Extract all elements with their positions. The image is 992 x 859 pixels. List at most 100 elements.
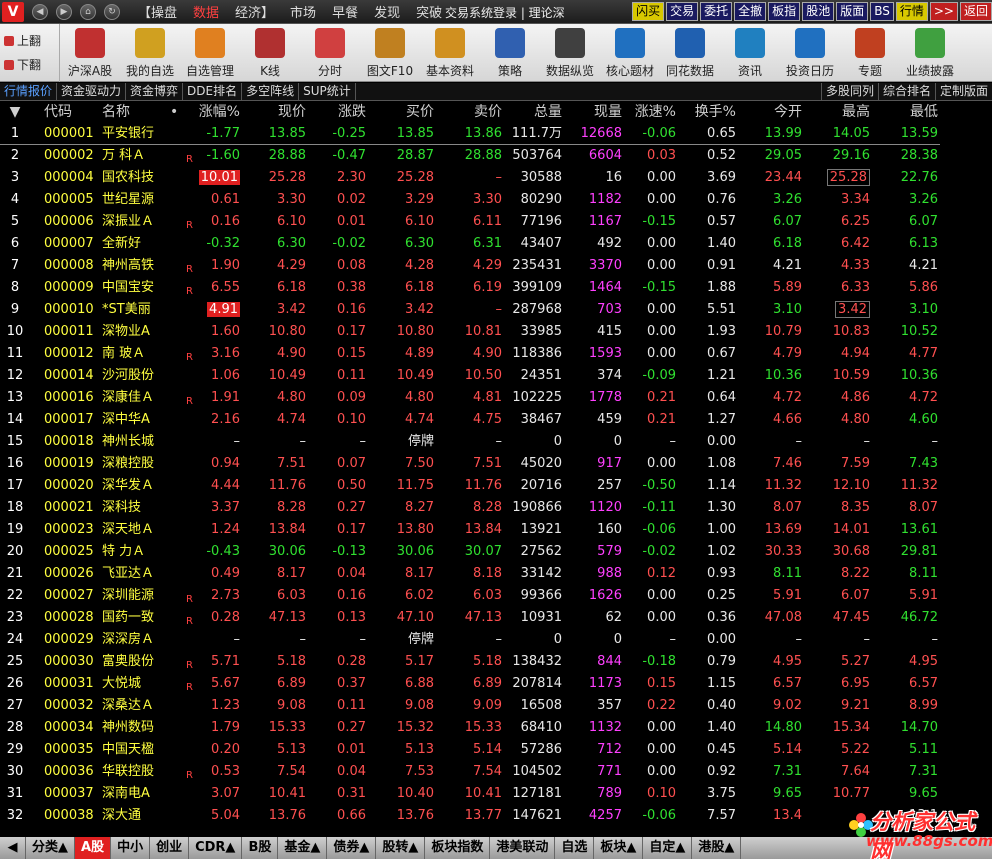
market-tab[interactable]: 债券▲ xyxy=(327,837,377,859)
page-down-button[interactable]: 下翻 xyxy=(4,53,59,77)
market-tab[interactable]: 板块▲ xyxy=(594,837,644,859)
toolbar-button[interactable]: 分时 xyxy=(300,24,360,82)
quick-button[interactable]: 返回 xyxy=(959,2,992,21)
market-tab[interactable]: 基金▲ xyxy=(278,837,328,859)
quick-button[interactable]: >> xyxy=(929,2,958,21)
col-bid[interactable]: 买价 xyxy=(368,101,434,123)
toolbar-button[interactable]: 自选管理 xyxy=(180,24,240,82)
toolbar-button[interactable]: 资讯 xyxy=(720,24,780,82)
market-tab[interactable]: CDR▲ xyxy=(189,837,243,859)
table-row[interactable]: 12 000014 沙河股份 1.06 10.49 0.11 10.49 10.50 24351… xyxy=(0,365,940,387)
table-row[interactable]: 21 000026 飞亚达Ａ 0.49 8.17 0.04 8.17 8.18 33142 988… xyxy=(0,563,940,585)
toolbar-button[interactable]: 数据纵览 xyxy=(540,24,600,82)
refresh-icon[interactable]: ↻ xyxy=(104,3,120,20)
toolbar-button[interactable]: 投资日历 xyxy=(780,24,840,82)
col-current-volume[interactable]: 现量 xyxy=(562,101,622,123)
quick-button[interactable]: 闪买 xyxy=(632,2,665,21)
quick-button[interactable]: 行情 xyxy=(895,2,928,21)
view-tab[interactable]: 资金博弈 xyxy=(126,83,184,100)
market-tab[interactable]: 自选 xyxy=(555,837,595,859)
table-row[interactable]: 29 000035 中国天楹 0.20 5.13 0.01 5.13 5.14 57286 712… xyxy=(0,739,940,761)
table-row[interactable]: 7 000008 神州高铁 R 1.90 4.29 0.08 4.28 4.29 235431 33… xyxy=(0,255,940,277)
app-logo[interactable]: V xyxy=(2,1,24,22)
quick-button[interactable]: 委托 xyxy=(700,2,733,21)
quick-button[interactable]: 版面 xyxy=(836,2,869,21)
home-icon[interactable]: ⌂ xyxy=(80,3,96,20)
table-row[interactable]: 17 000020 深华发Ａ 4.44 11.76 0.50 11.75 11.76 20716… xyxy=(0,475,940,497)
col-high[interactable]: 最高 xyxy=(804,101,870,123)
col-low[interactable]: 最低 xyxy=(872,101,938,123)
market-tab[interactable]: 中小 xyxy=(111,837,151,859)
table-row[interactable]: 16 000019 深粮控股 0.94 7.51 0.07 7.50 7.51 45020 917… xyxy=(0,453,940,475)
tabs-scroll-left-icon[interactable]: ◀ xyxy=(0,837,26,859)
view-tab[interactable]: DDE排名 xyxy=(183,83,243,100)
table-row[interactable]: 19 000023 深天地Ａ 1.24 13.84 0.17 13.80 13.84 13921… xyxy=(0,519,940,541)
table-row[interactable]: 3 000004 国农科技 10.01 25.28 2.30 25.28 – 30588 16 0.… xyxy=(0,167,940,189)
table-row[interactable]: 14 000017 深中华A 2.16 4.74 0.10 4.74 4.75 38467 459… xyxy=(0,409,940,431)
view-tab[interactable]: 行情报价 xyxy=(0,83,58,100)
market-tab[interactable]: 港美联动 xyxy=(490,837,556,859)
quick-button[interactable]: 全撤 xyxy=(734,2,767,21)
table-row[interactable]: 11 000012 南 玻Ａ R 3.16 4.90 0.15 4.89 4.90 118386 1… xyxy=(0,343,940,365)
table-row[interactable]: 1 000001 平安银行 -1.77 13.85 -0.25 13.85 13.86 111.… xyxy=(0,123,940,145)
table-row[interactable]: 6 000007 全新好 -0.32 6.30 -0.02 6.30 6.31 43407 492… xyxy=(0,233,940,255)
quick-button[interactable]: 交易 xyxy=(666,2,699,21)
table-row[interactable]: 30 000036 华联控股 R 0.53 7.54 0.04 7.53 7.54 104502 7… xyxy=(0,761,940,783)
page-up-button[interactable]: 上翻 xyxy=(4,29,59,53)
table-row[interactable]: 20 000025 特 力Ａ -0.43 30.06 -0.13 30.06 30.07 275… xyxy=(0,541,940,563)
market-tab[interactable]: 港股▲ xyxy=(692,837,742,859)
menu-item[interactable]: 发现 xyxy=(366,2,408,21)
toolbar-button[interactable]: 沪深A股 xyxy=(60,24,120,82)
col-ask[interactable]: 卖价 xyxy=(436,101,502,123)
menu-item[interactable]: 市场 xyxy=(282,2,324,21)
table-row[interactable]: 10 000011 深物业A 1.60 10.80 0.17 10.80 10.81 33985… xyxy=(0,321,940,343)
market-tab[interactable]: 股转▲ xyxy=(376,837,426,859)
market-tab[interactable]: 分类▲ xyxy=(26,837,75,859)
toolbar-button[interactable]: 我的自选 xyxy=(120,24,180,82)
table-row[interactable]: 13 000016 深康佳Ａ R 1.91 4.80 0.09 4.80 4.81 102225 1… xyxy=(0,387,940,409)
table-row[interactable]: 18 000021 深科技 3.37 8.28 0.27 8.27 8.28 190866 112… xyxy=(0,497,940,519)
table-row[interactable]: 9 000010 *ST美丽 4.91 3.42 0.16 3.42 –287968 703 0.… xyxy=(0,299,940,321)
market-tab[interactable]: 创业 xyxy=(150,837,190,859)
market-tab[interactable]: 自定▲ xyxy=(643,837,693,859)
table-row[interactable]: 2 000002 万 科Ａ R -1.60 28.88 -0.47 28.87 28.88 503… xyxy=(0,145,940,167)
sort-arrow-icon[interactable]: ▼ xyxy=(0,101,30,123)
menu-item[interactable]: 突破 xyxy=(408,2,450,21)
view-tab-right[interactable]: 多股同列 xyxy=(820,83,878,100)
table-row[interactable]: 27 000032 深桑达Ａ 1.23 9.08 0.11 9.08 9.09 16508 357… xyxy=(0,695,940,717)
table-row[interactable]: 24 000029 深深房Ａ – – – 停牌 – 0 0 – 0.00 – – – xyxy=(0,629,940,651)
table-row[interactable]: 15 000018 神州长城 – – – 停牌 – 0 0 – 0.00 – – – xyxy=(0,431,940,453)
toolbar-button[interactable]: 专题 xyxy=(840,24,900,82)
menu-item[interactable]: 【操盘 xyxy=(130,2,185,21)
col-code[interactable]: 代码 xyxy=(44,101,100,123)
col-volume[interactable]: 总量 xyxy=(502,101,562,123)
table-row[interactable]: 22 000027 深圳能源 R 2.73 6.03 0.16 6.02 6.03 99366 16… xyxy=(0,585,940,607)
table-row[interactable]: 23 000028 国药一致 R 0.28 47.13 0.13 47.10 47.13 1093… xyxy=(0,607,940,629)
table-row[interactable]: 28 000034 神州数码 1.79 15.33 0.27 15.32 15.33 68410… xyxy=(0,717,940,739)
toolbar-button[interactable]: 同花数据 xyxy=(660,24,720,82)
table-row[interactable]: 8 000009 中国宝安 R 6.55 6.18 0.38 6.18 6.19 399109 14… xyxy=(0,277,940,299)
view-tab-right[interactable]: 定制版面 xyxy=(934,83,992,100)
back-icon[interactable]: ◀ xyxy=(32,3,48,20)
toolbar-button[interactable]: 策略 xyxy=(480,24,540,82)
table-row[interactable]: 26 000031 大悦城 R 5.67 6.89 0.37 6.88 6.89 207814 11… xyxy=(0,673,940,695)
menu-item[interactable]: 早餐 xyxy=(324,2,366,21)
view-tab-right[interactable]: 综合排名 xyxy=(877,83,935,100)
quick-button[interactable]: 板指 xyxy=(768,2,801,21)
col-turnover[interactable]: 换手% xyxy=(678,101,736,123)
col-speed[interactable]: 涨速% xyxy=(624,101,676,123)
quick-button[interactable]: BS xyxy=(870,2,894,21)
col-price[interactable]: 现价 xyxy=(244,101,306,123)
col-change[interactable]: 涨跌 xyxy=(306,101,366,123)
market-tab[interactable]: B股 xyxy=(242,837,279,859)
view-tab[interactable]: SUP统计 xyxy=(299,83,356,100)
menu-item[interactable]: 经济】 xyxy=(227,2,282,21)
toolbar-button[interactable]: 核心题材 xyxy=(600,24,660,82)
toolbar-button[interactable]: 图文F10 xyxy=(360,24,420,82)
quick-button[interactable]: 股池 xyxy=(802,2,835,21)
toolbar-button[interactable]: K线 xyxy=(240,24,300,82)
col-change-pct[interactable]: 涨幅% xyxy=(196,101,240,123)
toolbar-button[interactable]: 业绩披露 xyxy=(900,24,960,82)
market-tab[interactable]: 板块指数 xyxy=(425,837,491,859)
menu-item[interactable]: 数据 xyxy=(185,2,227,21)
